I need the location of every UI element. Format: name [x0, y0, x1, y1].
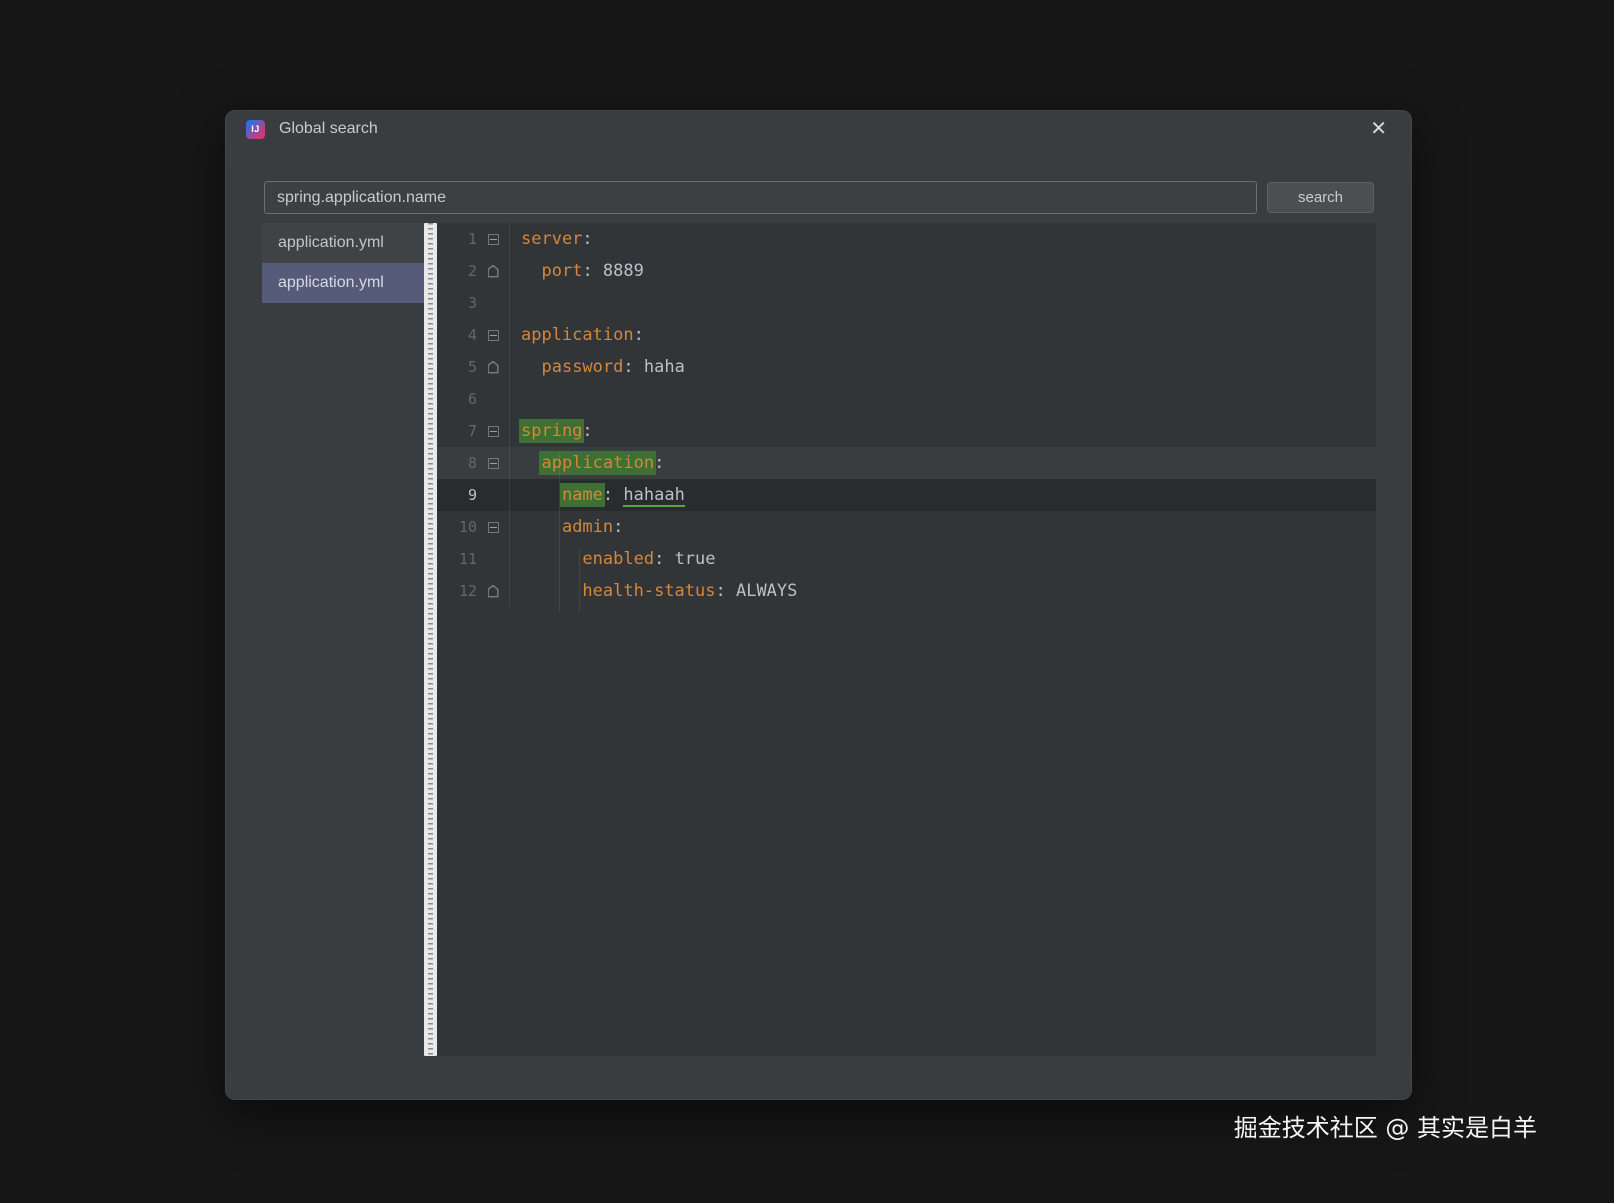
- code-text: application:: [509, 319, 1376, 351]
- fold-start-icon[interactable]: [487, 329, 499, 341]
- fold-gutter: [477, 319, 509, 351]
- editor-line[interactable]: 6: [437, 383, 1376, 415]
- fold-gutter: [477, 447, 509, 479]
- editor-line[interactable]: 12 health-status: ALWAYS: [437, 575, 1376, 607]
- editor-line[interactable]: 11 enabled: true: [437, 543, 1376, 575]
- fold-start-icon[interactable]: [487, 425, 499, 437]
- global-search-dialog: IJ Global search ✕ search application.ym…: [225, 110, 1412, 1100]
- dialog-content: application.yml application.yml 1 server: 2…: [262, 223, 1376, 1056]
- intellij-logo-icon: IJ: [246, 119, 265, 139]
- code-text: [509, 383, 1376, 415]
- line-number: 6: [467, 390, 477, 408]
- line-number: 12: [458, 582, 477, 600]
- line-number: 7: [467, 422, 477, 440]
- close-icon[interactable]: ✕: [1366, 117, 1391, 141]
- code-text: enabled: true: [509, 543, 1376, 575]
- fold-gutter: [477, 287, 509, 319]
- line-number: 9: [467, 486, 477, 504]
- code-text: [509, 287, 1376, 319]
- fold-gutter: [477, 383, 509, 415]
- file-list-item[interactable]: application.yml: [262, 263, 424, 303]
- code-text: port: 8889: [509, 255, 1376, 287]
- editor-line[interactable]: 9 name: hahaah: [437, 479, 1376, 511]
- file-list-scrollbar[interactable]: [424, 223, 437, 1056]
- code-text: admin:: [509, 511, 1376, 543]
- editor-line[interactable]: 3: [437, 287, 1376, 319]
- search-bar: search: [226, 147, 1411, 214]
- line-number: 11: [458, 550, 477, 568]
- fold-start-icon[interactable]: [487, 521, 499, 533]
- fold-end-icon[interactable]: [487, 264, 499, 278]
- fold-start-icon[interactable]: [487, 233, 499, 245]
- indent-guide: [579, 549, 580, 613]
- editor-line[interactable]: 5 password: haha: [437, 351, 1376, 383]
- code-text: server:: [509, 223, 1376, 255]
- line-number: 10: [458, 518, 477, 536]
- editor-line[interactable]: 7 spring:: [437, 415, 1376, 447]
- editor-line[interactable]: 2 port: 8889: [437, 255, 1376, 287]
- search-button[interactable]: search: [1267, 182, 1374, 213]
- fold-gutter: [477, 223, 509, 255]
- editor-line[interactable]: 10 admin:: [437, 511, 1376, 543]
- fold-gutter: [477, 415, 509, 447]
- code-text: health-status: ALWAYS: [509, 575, 1376, 607]
- fold-start-icon[interactable]: [487, 457, 499, 469]
- fold-end-icon[interactable]: [487, 584, 499, 598]
- code-lines: 1 server: 2 port: 8889 3 4 application: 5 pass…: [437, 223, 1376, 607]
- dialog-title: Global search: [279, 120, 378, 137]
- editor-line[interactable]: 4 application:: [437, 319, 1376, 351]
- indent-guide: [559, 453, 560, 613]
- fold-gutter: [477, 511, 509, 543]
- fold-gutter: [477, 255, 509, 287]
- editor-line[interactable]: 8 application:: [437, 447, 1376, 479]
- watermark: 掘金技术社区 @ 其实是白羊: [1233, 1114, 1537, 1142]
- line-number: 1: [467, 230, 477, 248]
- fold-gutter: [477, 543, 509, 575]
- search-input[interactable]: [264, 181, 1257, 214]
- file-list-item[interactable]: application.yml: [262, 223, 424, 263]
- fold-end-icon[interactable]: [487, 360, 499, 374]
- editor-line[interactable]: 1 server:: [437, 223, 1376, 255]
- fold-gutter: [477, 479, 509, 511]
- code-text: password: haha: [509, 351, 1376, 383]
- line-number: 3: [467, 294, 477, 312]
- file-list: application.yml application.yml: [262, 223, 424, 1056]
- code-text: application:: [509, 447, 1376, 479]
- fold-gutter: [477, 351, 509, 383]
- line-number: 2: [467, 262, 477, 280]
- line-number: 4: [467, 326, 477, 344]
- code-editor[interactable]: 1 server: 2 port: 8889 3 4 application: 5 pass…: [437, 223, 1376, 1056]
- line-number: 8: [467, 454, 477, 472]
- fold-gutter: [477, 575, 509, 607]
- dialog-titlebar[interactable]: IJ Global search ✕: [226, 111, 1411, 147]
- code-text: spring:: [509, 415, 1376, 447]
- code-text: name: hahaah: [509, 479, 1376, 511]
- line-number: 5: [467, 358, 477, 376]
